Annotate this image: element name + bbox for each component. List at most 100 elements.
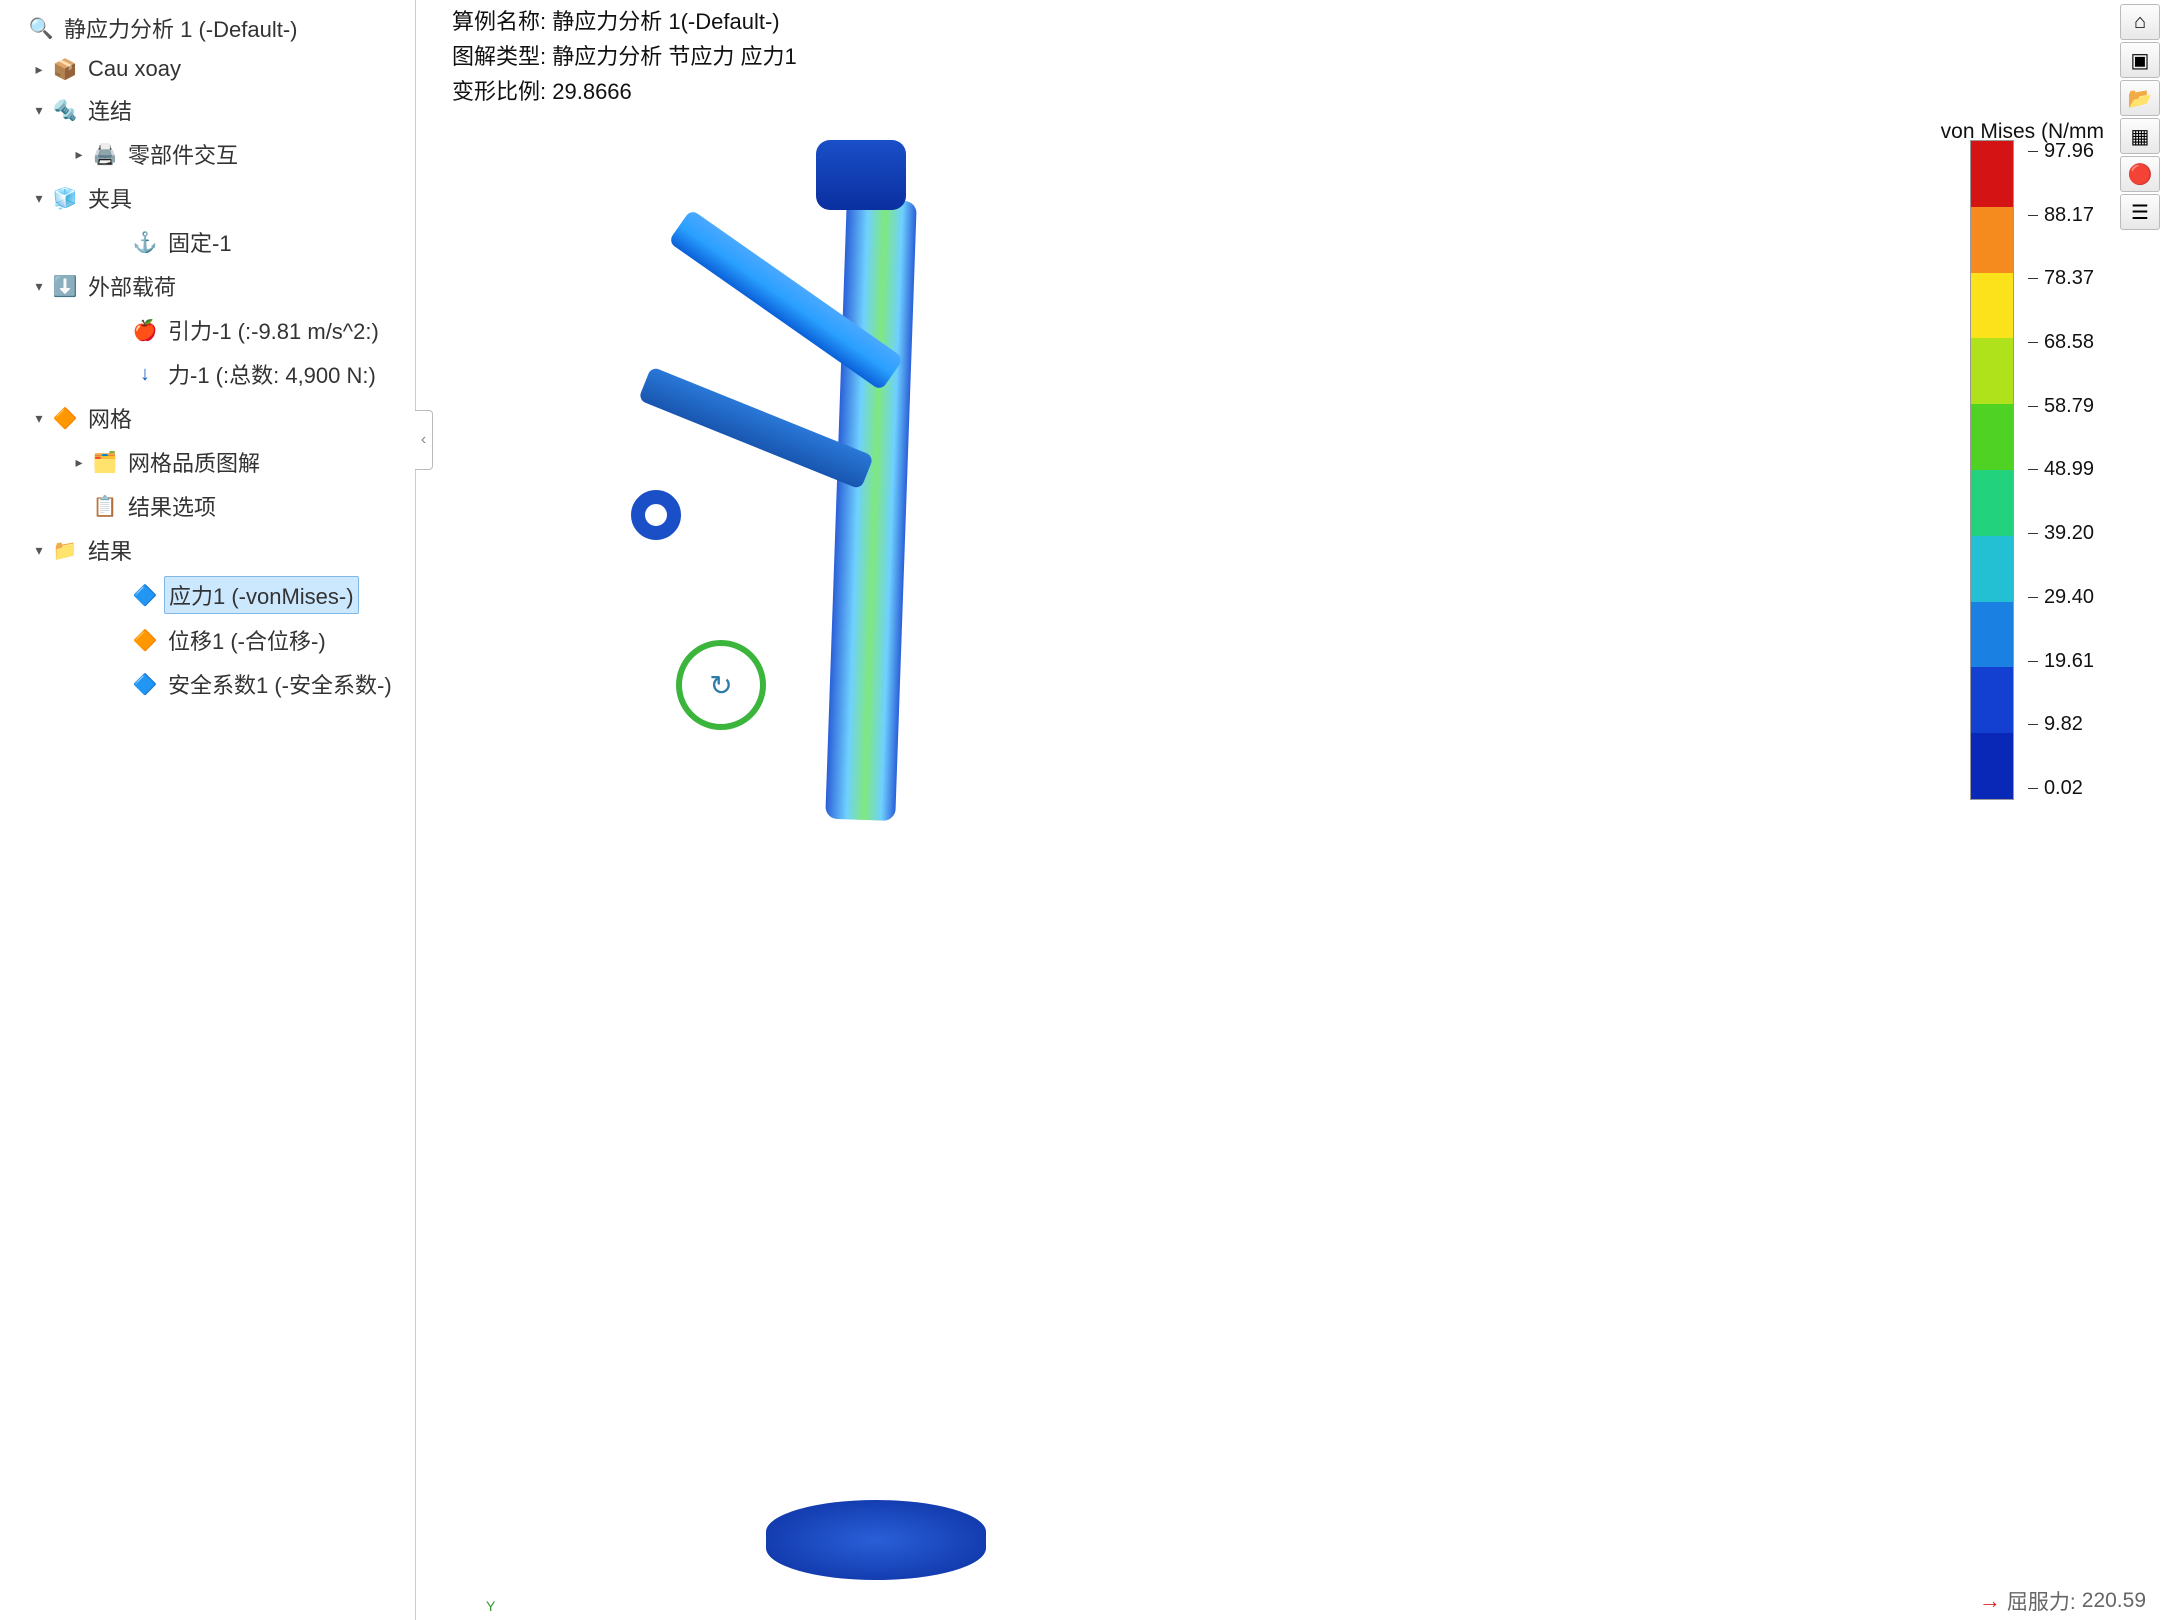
tree-label: Cau xoay — [84, 54, 185, 84]
legend-value: 39.20 — [2044, 522, 2094, 545]
tree-label: 结果选项 — [124, 488, 220, 524]
tree-label: 引力-1 (:-9.81 m/s^2:) — [164, 312, 383, 348]
folder-open-icon: 📂 — [2128, 86, 2153, 111]
tree-result-options[interactable]: 📋 结果选项 — [4, 484, 411, 528]
tree-displacement-result[interactable]: 🔶 位移1 (-合位移-) — [4, 618, 411, 662]
tree-fixture-1[interactable]: ⚓ 固定-1 — [4, 220, 411, 264]
displacement-plot-icon: 🔶 — [132, 627, 158, 653]
legend-segment — [1971, 207, 2013, 273]
tick-mark-icon — [2028, 215, 2038, 216]
model-geometry — [825, 199, 917, 821]
heads-up-toolbar: ⌂ ▣ 📂 ▦ 🔴 ☰ — [2120, 4, 2160, 230]
tree-connections[interactable]: ▾ 🔩 连结 — [4, 88, 411, 132]
model-geometry — [766, 1500, 986, 1580]
model-display[interactable]: ↻ — [466, 80, 1934, 1610]
legend-segment — [1971, 470, 2013, 536]
graphics-viewport[interactable]: ‹ 算例名称: 静应力分析 1(-Default-) 图解类型: 静应力分析 节… — [415, 0, 2164, 1620]
legend-segment — [1971, 667, 2013, 733]
appearance-button[interactable]: 🔴 — [2120, 156, 2160, 192]
info-label: 图解类型: — [452, 44, 546, 69]
legend-value: 88.17 — [2044, 204, 2094, 227]
tree-label: 力-1 (:总数: 4,900 N:) — [164, 356, 380, 392]
tree-fixtures[interactable]: ▾ 🧊 夹具 — [4, 176, 411, 220]
cube-icon: ▣ — [2131, 48, 2150, 73]
tree-stress-result[interactable]: 🔷 应力1 (-vonMises-) — [4, 572, 411, 618]
legend-segment — [1971, 733, 2013, 799]
caret-right-icon: ▸ — [72, 455, 86, 469]
tick-mark-icon — [2028, 406, 2038, 407]
list-options-icon: ☰ — [2131, 200, 2149, 225]
legend-value: 68.58 — [2044, 331, 2094, 354]
legend-tick: 9.82 — [2028, 713, 2094, 736]
legend-segment — [1971, 273, 2013, 339]
tree-component-interaction[interactable]: ▸ 🖨️ 零部件交互 — [4, 132, 411, 176]
tree-results[interactable]: ▾ 📁 结果 — [4, 528, 411, 572]
open-file-button[interactable]: 📂 — [2120, 80, 2160, 116]
legend-value: 9.82 — [2044, 713, 2083, 736]
legend-value: 48.99 — [2044, 458, 2094, 481]
layout-icon: ▦ — [2131, 124, 2150, 149]
tree-part[interactable]: ▸ 📦 Cau xoay — [4, 50, 411, 88]
model-geometry — [631, 490, 681, 540]
yield-label: 屈服力: — [2007, 1586, 2076, 1616]
legend-value: 97.96 — [2044, 140, 2094, 163]
fos-plot-icon: 🔷 — [132, 671, 158, 697]
loads-icon: ⬇️ — [52, 273, 78, 299]
axis-gizmo: Y — [486, 1598, 495, 1614]
color-legend[interactable]: 97.96 88.17 78.37 68.58 58.79 48.99 39.20 29.40… — [1970, 140, 2094, 800]
home-icon: ⌂ — [2134, 11, 2146, 34]
mesh-quality-icon: 🗂️ — [92, 449, 118, 475]
list-options-button[interactable]: ☰ — [2120, 194, 2160, 230]
tree-label: 连结 — [84, 92, 136, 128]
caret-down-icon: ▾ — [32, 411, 46, 425]
fixtures-icon: 🧊 — [52, 185, 78, 211]
legend-segment — [1971, 536, 2013, 602]
tree-label: 网格 — [84, 400, 136, 436]
legend-tick: 68.58 — [2028, 331, 2094, 354]
tick-mark-icon — [2028, 597, 2038, 598]
caret-down-icon: ▾ — [32, 103, 46, 117]
tree-study-root[interactable]: 🔍 静应力分析 1 (-Default-) — [4, 6, 411, 50]
simulation-tree[interactable]: 🔍 静应力分析 1 (-Default-) ▸ 📦 Cau xoay ▾ 🔩 连… — [0, 0, 415, 1620]
tree-mesh-quality[interactable]: ▸ 🗂️ 网格品质图解 — [4, 440, 411, 484]
legend-segment — [1971, 338, 2013, 404]
legend-value: 0.02 — [2044, 777, 2083, 800]
legend-value: 58.79 — [2044, 395, 2094, 418]
tree-label: 静应力分析 1 (-Default-) — [60, 10, 301, 46]
legend-value: 78.37 — [2044, 267, 2094, 290]
force-icon: ↓ — [132, 361, 158, 387]
tick-mark-icon — [2028, 533, 2038, 534]
home-view-button[interactable]: ⌂ — [2120, 4, 2160, 40]
tree-label: 固定-1 — [164, 224, 236, 260]
tree-force[interactable]: ↓ 力-1 (:总数: 4,900 N:) — [4, 352, 411, 396]
axis-y-label: Y — [486, 1598, 495, 1614]
yield-strength-indicator: → 屈服力: 220.59 — [1979, 1586, 2146, 1616]
legend-color-bar — [1970, 140, 2014, 800]
tick-mark-icon — [2028, 342, 2038, 343]
tree-mesh[interactable]: ▾ 🔶 网格 — [4, 396, 411, 440]
legend-tick: 97.96 — [2028, 140, 2094, 163]
part-icon: 📦 — [52, 56, 78, 82]
info-value: 静应力分析 节应力 应力1 — [552, 44, 796, 69]
appearance-icon: 🔴 — [2128, 162, 2153, 187]
legend-segment — [1971, 602, 2013, 668]
tree-gravity[interactable]: 🍎 引力-1 (:-9.81 m/s^2:) — [4, 308, 411, 352]
panel-splitter-handle[interactable]: ‹ — [415, 410, 433, 470]
tree-label: 夹具 — [84, 180, 136, 216]
anchor-icon: ⚓ — [132, 229, 158, 255]
tree-label: 零部件交互 — [124, 136, 242, 172]
legend-value: 29.40 — [2044, 586, 2094, 609]
tree-fos-result[interactable]: 🔷 安全系数1 (-安全系数-) — [4, 662, 411, 706]
legend-segment — [1971, 141, 2013, 207]
iso-view-button[interactable]: ▣ — [2120, 42, 2160, 78]
legend-tick: 48.99 — [2028, 458, 2094, 481]
stress-plot-icon: 🔷 — [132, 582, 158, 608]
legend-segment — [1971, 404, 2013, 470]
tree-label: 结果 — [84, 532, 136, 568]
layout-button[interactable]: ▦ — [2120, 118, 2160, 154]
tick-mark-icon — [2028, 469, 2038, 470]
tree-label: 安全系数1 (-安全系数-) — [164, 666, 396, 702]
options-icon: 📋 — [92, 493, 118, 519]
tree-external-loads[interactable]: ▾ ⬇️ 外部载荷 — [4, 264, 411, 308]
legend-value: 19.61 — [2044, 650, 2094, 673]
